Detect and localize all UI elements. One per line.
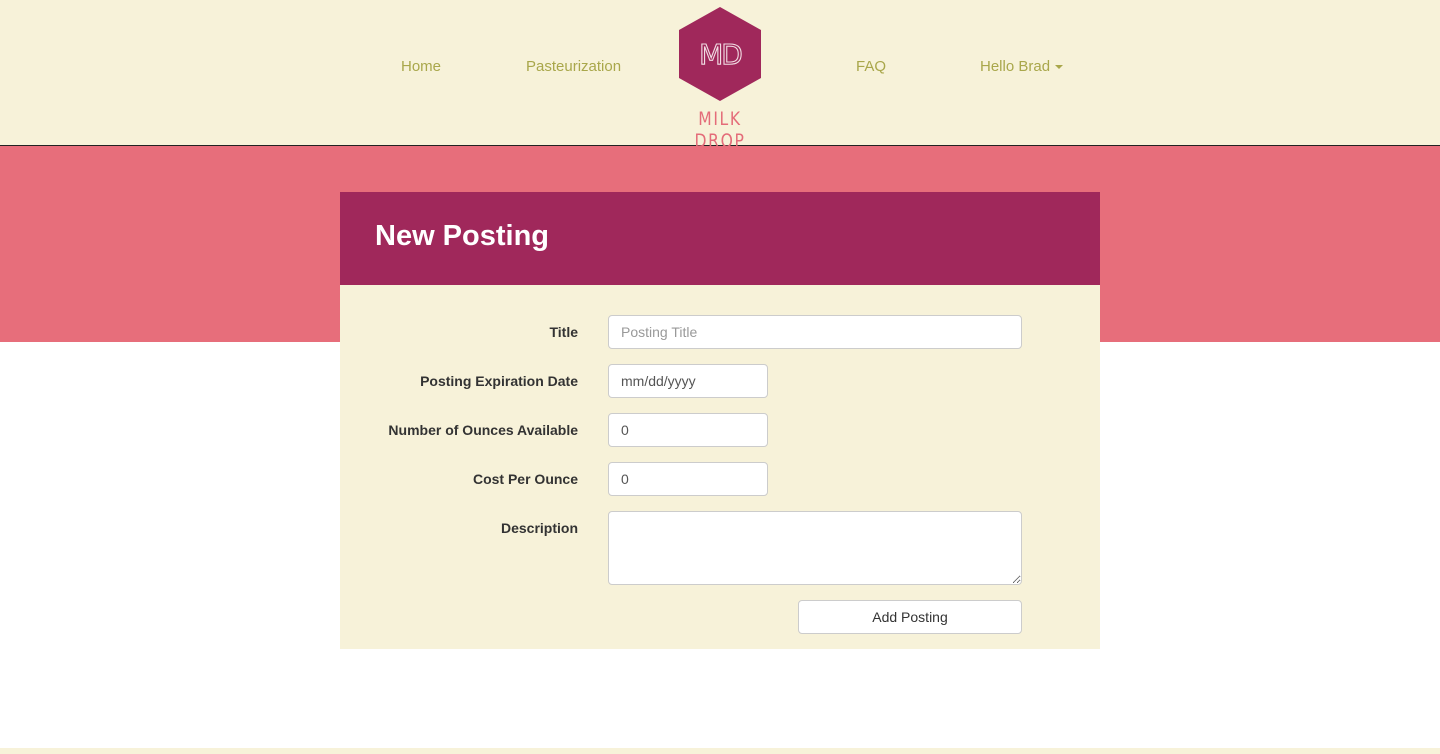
nav-link-pasteurization[interactable]: Pasteurization [526, 58, 621, 75]
expiration-date-label: Posting Expiration Date [420, 373, 578, 389]
milk-drop-logo[interactable]: MD MILK DROP [668, 6, 772, 152]
nav-link-home[interactable]: Home [401, 58, 441, 75]
page-title: New Posting [375, 220, 550, 252]
nav-link-faq[interactable]: FAQ [856, 58, 886, 75]
expiration-date-input[interactable] [608, 364, 768, 398]
caret-down-icon [1055, 65, 1064, 70]
description-label: Description [500, 520, 578, 536]
logo-monogram: MD [699, 38, 741, 71]
top-navbar: Home Pasteurization MD MILK DROP FAQ Hel… [0, 0, 1440, 152]
new-posting-form: Title Posting Expiration Date Number of … [340, 285, 1100, 649]
cost-per-ounce-input[interactable] [608, 462, 768, 496]
logo-hexagon-icon: MD [679, 7, 761, 101]
title-input[interactable] [608, 315, 1022, 349]
cost-per-ounce-label: Cost Per Ounce [472, 471, 578, 487]
ounces-input[interactable] [608, 413, 768, 447]
user-menu-label: Hello Brad [980, 58, 1051, 75]
footer-strip [0, 748, 1440, 754]
description-textarea[interactable] [608, 511, 1022, 585]
add-posting-button[interactable]: Add Posting [798, 600, 1022, 634]
user-menu-dropdown[interactable]: Hello Brad [980, 58, 1064, 75]
title-label: Title [549, 324, 578, 340]
form-card-header: New Posting [340, 192, 1100, 285]
ounces-label: Number of Ounces Available [388, 422, 578, 438]
